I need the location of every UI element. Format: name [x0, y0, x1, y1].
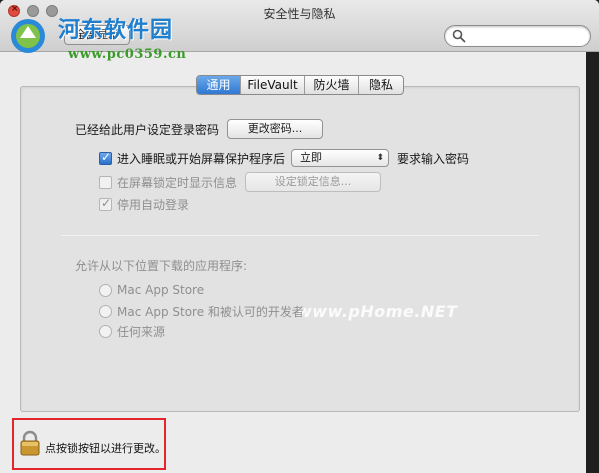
show-message-checkbox[interactable] [99, 175, 112, 189]
set-lock-message-button[interactable]: 设定锁定信息... [245, 172, 382, 192]
disable-auto-login-checkbox[interactable] [99, 196, 112, 211]
background-edge [586, 52, 599, 473]
general-panel: 已经给此用户设定登录密码 更改密码... 进入睡眠或开始屏幕保护程序后 立即 ⬍… [20, 86, 580, 412]
watermark-site-url: www.pc0359.cn [68, 47, 187, 62]
require-password-checkbox[interactable] [99, 150, 112, 165]
show-message-label: 在屏幕锁定时显示信息 [117, 175, 238, 190]
change-password-button[interactable]: 更改密码... [227, 119, 324, 139]
password-row: 已经给此用户设定登录密码 更改密码... [75, 119, 324, 139]
lock-message: 点按锁按钮以进行更改。 [45, 442, 166, 455]
disable-auto-login-label: 停用自动登录 [117, 198, 190, 212]
radio-identified-label: Mac App Store 和被认可的开发者 [117, 305, 304, 319]
radio-anywhere[interactable] [99, 325, 112, 338]
search-icon [452, 29, 466, 43]
watermark-site-name: 河东软件园 [58, 17, 174, 43]
download-option-identified: Mac App Store 和被认可的开发者 [99, 303, 304, 320]
require-password-label: 进入睡眠或开始屏幕保护程序后 [117, 151, 286, 166]
password-delay-value: 立即 [300, 151, 323, 164]
radio-identified-developers[interactable] [99, 305, 112, 318]
auto-login-row: 停用自动登录 [99, 196, 189, 213]
radio-anywhere-label: 任何来源 [117, 325, 166, 339]
tab-privacy[interactable]: 隐私 [359, 76, 403, 94]
show-message-row: 在屏幕锁定时显示信息 设定锁定信息... [99, 172, 382, 192]
search-input[interactable] [444, 25, 591, 47]
watermark-phome: www.pHome.NET [297, 302, 458, 321]
download-option-anywhere: 任何来源 [99, 323, 165, 340]
require-password-row: 进入睡眠或开始屏幕保护程序后 立即 ⬍ 要求输入密码 [99, 149, 469, 167]
tab-bar: 通用 FileVault 防火墙 隐私 [196, 75, 404, 95]
watermark-logo-icon [11, 19, 45, 53]
security-privacy-window: × 安全性与隐私 全部显示 河东软件园 www.pc0359.cn 通用 Fil… [0, 0, 599, 473]
downloads-heading: 允许从以下位置下载的应用程序: [75, 259, 248, 273]
lock-icon[interactable] [20, 430, 40, 456]
select-arrows-icon: ⬍ [376, 153, 385, 163]
tab-general[interactable]: 通用 [197, 76, 241, 94]
radio-app-store[interactable] [99, 283, 112, 297]
download-option-app-store: Mac App Store [99, 283, 204, 297]
password-set-text: 已经给此用户设定登录密码 [75, 122, 220, 137]
radio-app-store-label: Mac App Store [117, 283, 205, 297]
password-delay-select[interactable]: 立即 ⬍ [291, 149, 390, 167]
tab-firewall[interactable]: 防火墙 [305, 76, 359, 94]
tab-filevault[interactable]: FileVault [241, 76, 305, 94]
require-password-suffix: 要求输入密码 [397, 151, 470, 166]
section-divider [61, 235, 539, 236]
